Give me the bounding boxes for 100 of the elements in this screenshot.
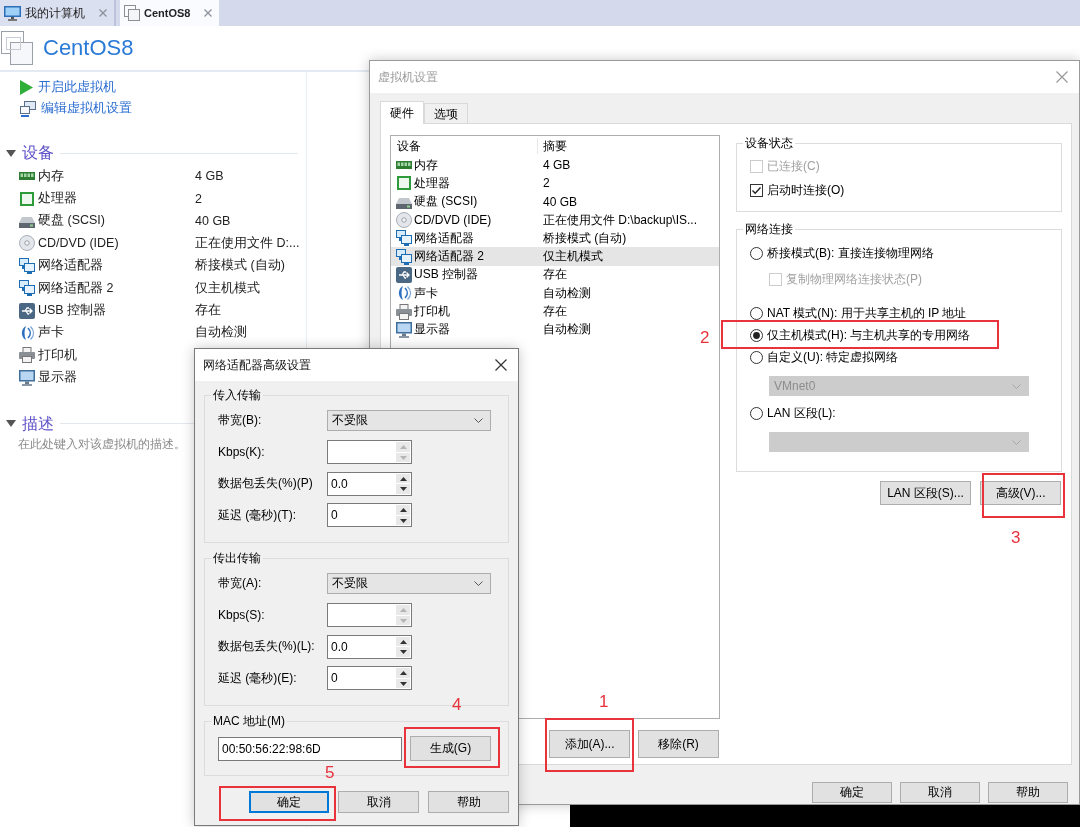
push-button[interactable]: 高级(V)...	[980, 481, 1061, 505]
device-summary: 2	[195, 191, 202, 206]
list-row[interactable]: 处理器 2	[391, 174, 550, 193]
device-name[interactable]: CD/DVD (IDE)	[38, 236, 195, 251]
list-cell-text: 硬盘 (SCSI)	[414, 193, 479, 211]
chevron-icon	[1012, 383, 1021, 389]
device-name[interactable]: 网络适配器	[38, 257, 195, 275]
device-name[interactable]: 处理器	[38, 190, 195, 208]
step-number: 2	[700, 328, 710, 348]
step-number: 3	[1011, 528, 1021, 548]
push-button[interactable]: 添加(A)...	[549, 730, 630, 758]
field-label: 延迟 (毫秒)(T):	[218, 506, 297, 524]
list-cell: 正在使用文件 D:\backup\IS...	[543, 211, 698, 229]
field-label: 带宽(B):	[218, 412, 263, 430]
mac-field[interactable]: 00:50:56:22:98:6D	[218, 736, 402, 761]
list-row[interactable]: 内存 4 GB	[391, 156, 571, 175]
list-cell-text: USB 控制器	[414, 266, 479, 284]
chevron-icon	[474, 581, 483, 587]
column-header[interactable]: 摘要	[543, 138, 567, 154]
monitor-icon	[396, 321, 412, 338]
list-row[interactable]: CD/DVD (IDE) 正在使用文件 D:\backup\IS...	[391, 210, 698, 230]
device-name[interactable]: 声卡	[38, 324, 195, 342]
radio-button[interactable]	[750, 306, 763, 320]
push-button[interactable]: 移除(R)	[638, 730, 719, 758]
device-name[interactable]: 内存	[38, 167, 195, 185]
column-header[interactable]: 设备	[397, 138, 538, 154]
group-title: 传入传输	[212, 388, 262, 402]
push-button[interactable]: 帮助	[428, 791, 509, 813]
radio-button[interactable]	[750, 246, 763, 260]
list-cell: 自动检测	[543, 284, 591, 302]
chip-icon	[19, 190, 35, 207]
section-title: 描述	[22, 413, 54, 434]
option-label[interactable]: 自定义(U): 特定虚拟网络	[767, 348, 899, 366]
speaker-icon	[396, 285, 412, 302]
computers-icon	[396, 230, 412, 247]
device-name[interactable]: 显示器	[38, 369, 195, 387]
section-title: 设备	[22, 143, 54, 163]
list-row[interactable]: 显示器 自动检测	[391, 320, 591, 339]
option-label[interactable]: NAT 模式(N): 用于共享主机的 IP 地址	[767, 304, 967, 322]
list-cell: 自动检测	[543, 321, 591, 339]
push-button[interactable]: 帮助	[988, 782, 1068, 803]
list-cell: 存在	[543, 303, 567, 320]
step-number: 1	[599, 692, 609, 712]
usb-icon	[19, 302, 35, 319]
list-row[interactable]: 声卡 自动检测	[391, 284, 591, 303]
radio-button[interactable]	[750, 328, 763, 342]
chevron-icon	[1012, 439, 1021, 445]
group-title: 网络连接	[744, 222, 794, 236]
tab[interactable]: 硬件	[380, 101, 424, 124]
stacked-windows-icon	[124, 5, 140, 21]
option-label[interactable]: 桥接模式(B): 直接连接物理网络	[767, 244, 934, 262]
close-icon[interactable]	[495, 359, 507, 371]
option-label[interactable]: LAN 区段(L):	[767, 404, 836, 422]
tab[interactable]: 选项	[424, 103, 468, 123]
caret-icon[interactable]	[6, 420, 16, 428]
list-cell-text: 网络适配器	[414, 229, 475, 247]
list-row[interactable]: USB 控制器 存在	[391, 265, 567, 285]
group-title: MAC 地址(M)	[212, 714, 286, 728]
device-name[interactable]: 网络适配器 2	[38, 279, 195, 297]
dropdown[interactable]: 不受限	[327, 410, 491, 432]
push-button[interactable]: 确定	[249, 791, 329, 813]
push-button[interactable]: 生成(G)	[410, 736, 491, 761]
speaker-icon	[19, 324, 35, 341]
field-label: Kbps(S):	[218, 608, 266, 623]
push-button[interactable]: 确定	[812, 782, 892, 803]
device-name[interactable]: 硬盘 (SCSI)	[38, 212, 195, 230]
screens-icon	[20, 100, 36, 117]
push-button[interactable]: 取消	[338, 791, 419, 813]
group-title: 设备状态	[744, 136, 794, 150]
checkbox[interactable]	[750, 183, 763, 197]
list-row[interactable]: 网络适配器 桥接模式 (自动)	[391, 229, 627, 248]
list-row[interactable]: 硬盘 (SCSI) 40 GB	[391, 192, 578, 211]
list-cell: 2	[543, 176, 550, 191]
description-text[interactable]: 在此处键入对该虚拟机的描述。	[18, 435, 186, 452]
list-cell-text: 显示器	[414, 321, 451, 339]
list-cell: 4 GB	[543, 158, 571, 173]
printer-icon	[19, 347, 35, 364]
list-row[interactable]: 网络适配器 2 仅主机模式	[391, 247, 719, 266]
option-label[interactable]: 启动时连接(O)	[767, 181, 845, 199]
device-name[interactable]: USB 控制器	[38, 302, 195, 320]
radio-button[interactable]	[750, 406, 763, 420]
stacked-windows-icon	[1, 31, 33, 65]
dropdown[interactable]: 不受限	[327, 573, 491, 595]
list-cell: 40 GB	[543, 194, 578, 209]
radio-button[interactable]	[750, 350, 763, 364]
tab[interactable]: 我的计算机	[0, 0, 116, 26]
list-row[interactable]: 打印机 存在	[391, 302, 567, 321]
field-label: 数据包丢失(%)(P)	[218, 475, 314, 493]
action-link[interactable]: 开启此虚拟机	[20, 77, 116, 98]
device-summary: 正在使用文件 D:...	[195, 234, 300, 252]
computers-icon	[396, 248, 412, 265]
push-button[interactable]: LAN 区段(S)...	[880, 481, 971, 505]
vm-title: CentOS8	[43, 35, 134, 61]
device-name[interactable]: 打印机	[38, 346, 195, 364]
caret-icon[interactable]	[6, 149, 16, 157]
list-cell-text: 内存	[414, 156, 439, 174]
option-label[interactable]: 仅主机模式(H): 与主机共享的专用网络	[767, 326, 971, 344]
tab[interactable]: CentOS8	[120, 0, 220, 26]
push-button[interactable]: 取消	[900, 782, 980, 803]
action-link[interactable]: 编辑虚拟机设置	[20, 98, 132, 119]
